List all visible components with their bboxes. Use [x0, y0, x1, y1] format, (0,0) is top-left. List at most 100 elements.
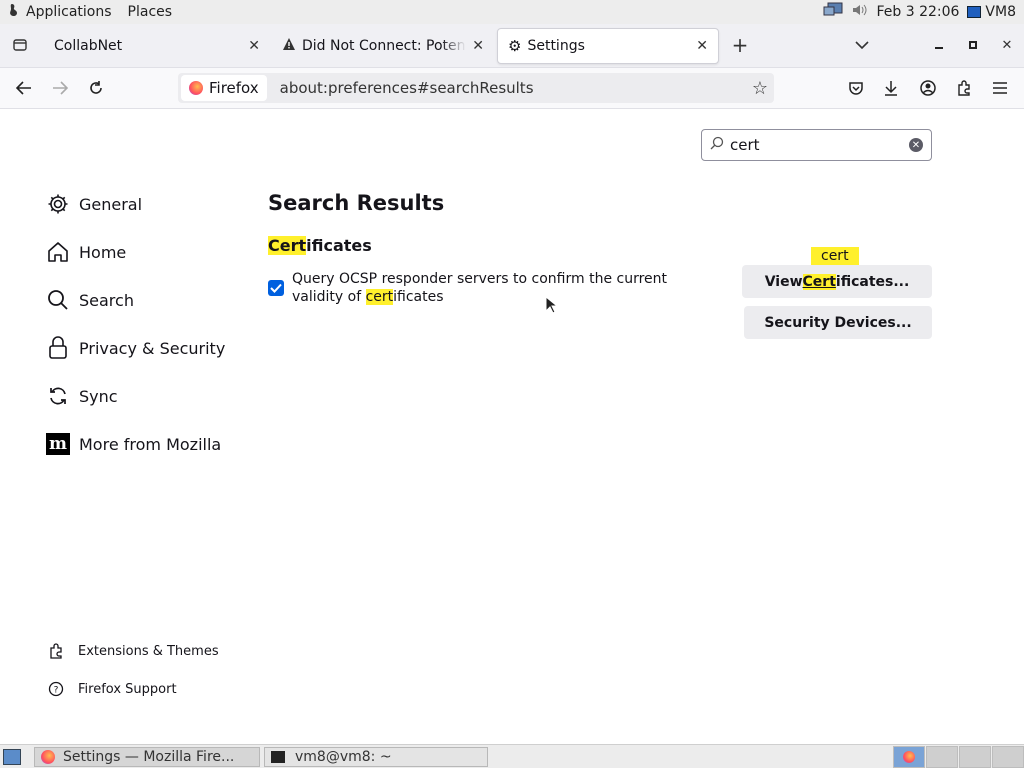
button-label-post: ificates...	[835, 273, 910, 290]
url-text: about:preferences#searchResults	[279, 79, 534, 97]
search-icon	[46, 288, 70, 312]
tab-close-icon[interactable]: ✕	[472, 38, 484, 54]
maximize-button[interactable]	[961, 33, 985, 57]
ocsp-label-line2-post: ificates	[393, 289, 444, 305]
account-icon[interactable]	[916, 76, 940, 100]
tab-close-icon[interactable]: ✕	[248, 38, 260, 54]
firefox-logo-icon	[903, 751, 915, 763]
footer-link-label: Extensions & Themes	[78, 643, 219, 659]
search-highlight: Cert	[802, 273, 836, 290]
network-icon[interactable]	[822, 1, 844, 23]
tab-title: Did Not Connect: Poten	[302, 38, 466, 54]
ocsp-label-line2-pre: validity of	[292, 289, 366, 305]
firefox-logo-icon	[189, 81, 203, 95]
ocsp-label: Query OCSP responder servers to confirm …	[292, 270, 667, 306]
hamburger-menu-icon[interactable]	[988, 76, 1012, 100]
sidebar-item-label: General	[79, 194, 143, 214]
forward-button[interactable]	[48, 76, 72, 100]
firefox-view-button[interactable]	[8, 33, 32, 57]
search-icon	[710, 136, 724, 154]
back-button[interactable]	[12, 76, 36, 100]
puzzle-icon	[48, 643, 64, 659]
sync-icon	[46, 384, 70, 408]
firefox-logo-icon	[41, 750, 55, 764]
pocket-icon[interactable]	[844, 76, 868, 100]
tab-title: Settings	[527, 38, 585, 54]
sidebar-item-general[interactable]: General	[46, 192, 142, 216]
taskbar-firefox-window[interactable]: Settings — Mozilla Fire...	[34, 747, 260, 767]
search-highlight: Cert	[268, 236, 307, 255]
ocsp-checkbox-row[interactable]: Query OCSP responder servers to confirm …	[268, 270, 708, 306]
tab-settings[interactable]: ⚙ Settings ✕	[497, 28, 719, 64]
host-label: VM8	[985, 4, 1016, 20]
applications-menu[interactable]: Applications	[8, 3, 112, 21]
sidebar-item-mozilla[interactable]: m More from Mozilla	[46, 432, 221, 456]
search-match-tooltip: cert	[811, 247, 859, 265]
sidebar-item-sync[interactable]: Sync	[46, 384, 118, 408]
help-icon: ?	[48, 681, 64, 697]
navigation-toolbar: Firefox about:preferences#searchResults …	[0, 68, 1024, 109]
extensions-icon[interactable]	[952, 76, 976, 100]
settings-search-input[interactable]: cert ✕	[701, 129, 932, 161]
extensions-themes-link[interactable]: Extensions & Themes	[48, 643, 219, 659]
identity-box[interactable]: Firefox	[181, 75, 267, 101]
taskbar-window-title: vm8@vm8: ~	[295, 749, 392, 765]
reload-button[interactable]	[84, 76, 108, 100]
view-certificates-button[interactable]: View Cert ificates...	[742, 265, 932, 298]
tab-strip: CollabNet ✕ Did Not Connect: Poten ✕ ⚙ S…	[0, 24, 1024, 68]
workspace-4[interactable]	[992, 746, 1024, 768]
search-highlight: cert	[365, 289, 394, 305]
list-tabs-button[interactable]	[850, 33, 874, 57]
sidebar-item-search[interactable]: Search	[46, 288, 134, 312]
lock-icon	[46, 336, 70, 360]
sidebar-item-label: More from Mozilla	[79, 434, 222, 454]
tab-collabnet[interactable]: CollabNet ✕	[44, 28, 270, 64]
terminal-icon	[271, 751, 285, 763]
mozilla-logo-icon: m	[46, 432, 70, 456]
monitor-icon	[967, 6, 982, 18]
sidebar-item-home[interactable]: Home	[46, 240, 126, 264]
gear-icon	[46, 192, 70, 216]
host-indicator[interactable]: VM8	[967, 4, 1016, 20]
places-menu[interactable]: Places	[128, 4, 173, 20]
minimize-button[interactable]	[927, 33, 951, 57]
page-title: Search Results	[268, 191, 445, 215]
identity-label: Firefox	[209, 79, 259, 97]
button-label-pre: View	[764, 273, 803, 290]
gear-icon: ⚙	[508, 37, 522, 55]
taskbar-terminal-window[interactable]: vm8@vm8: ~	[264, 747, 488, 767]
workspace-3[interactable]	[959, 746, 991, 768]
downloads-icon[interactable]	[879, 76, 903, 100]
workspace-2[interactable]	[926, 746, 958, 768]
ocsp-label-line1: Query OCSP responder servers to confirm …	[292, 271, 668, 287]
clear-search-icon[interactable]: ✕	[909, 138, 923, 152]
applications-label: Applications	[26, 4, 112, 20]
clock[interactable]: Feb 3 22:06	[876, 4, 959, 20]
sidebar-item-label: Search	[79, 290, 134, 310]
home-icon	[46, 240, 70, 264]
workspace-1[interactable]	[893, 746, 925, 768]
close-window-button[interactable]: ✕	[995, 33, 1019, 57]
tab-did-not-connect[interactable]: Did Not Connect: Poten ✕	[272, 28, 494, 64]
new-tab-button[interactable]: +	[728, 33, 752, 57]
svg-text:?: ?	[54, 686, 59, 696]
sidebar-item-label: Sync	[79, 386, 118, 406]
sidebar-item-label: Privacy & Security	[79, 338, 226, 358]
tab-close-icon[interactable]: ✕	[696, 38, 708, 54]
sidebar-item-privacy[interactable]: Privacy & Security	[46, 336, 225, 360]
section-title-rest: ificates	[306, 236, 372, 255]
bottom-taskbar: Settings — Mozilla Fire... vm8@vm8: ~	[0, 744, 1024, 768]
show-desktop-icon[interactable]	[3, 749, 21, 765]
tab-title: CollabNet	[54, 38, 123, 54]
section-title: Certificates	[268, 236, 372, 255]
ocsp-checkbox[interactable]	[268, 280, 284, 296]
warning-icon	[282, 37, 296, 55]
bookmark-star-icon[interactable]: ☆	[752, 78, 768, 99]
search-value: cert	[730, 136, 760, 154]
volume-icon[interactable]	[852, 3, 868, 21]
url-bar[interactable]: Firefox about:preferences#searchResults …	[178, 73, 774, 103]
gnome-foot-icon	[8, 3, 20, 21]
taskbar-window-title: Settings — Mozilla Fire...	[63, 749, 235, 765]
security-devices-button[interactable]: Security Devices...	[744, 306, 932, 339]
firefox-support-link[interactable]: ? Firefox Support	[48, 681, 177, 697]
